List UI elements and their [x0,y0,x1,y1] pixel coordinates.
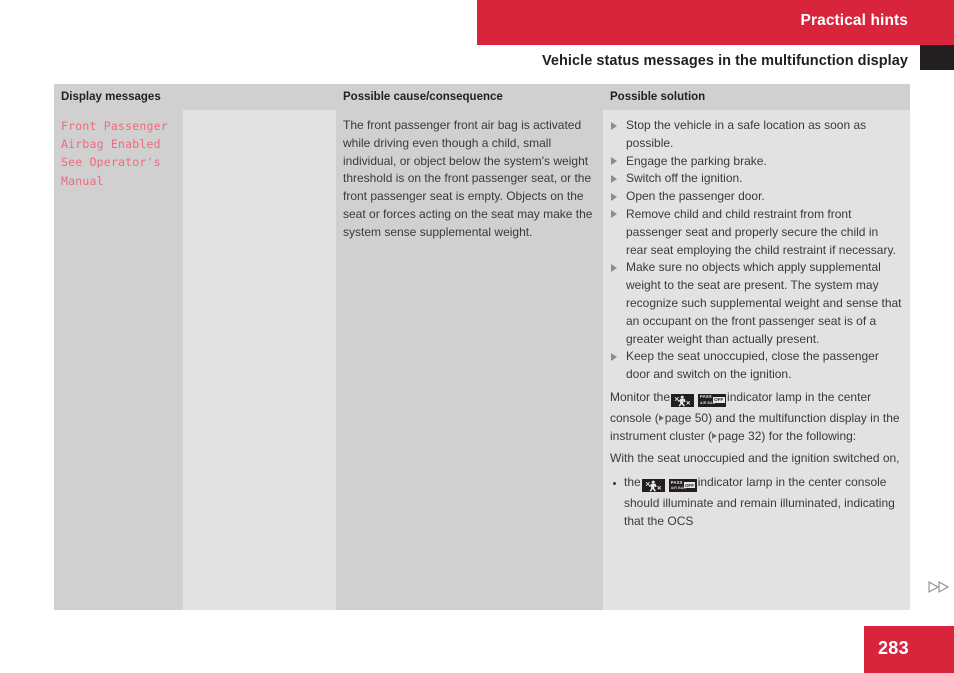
list-item: Open the passenger door. [610,188,902,206]
passenger-airbag-person-icon [671,394,695,408]
passenger-airbag-person-icon [641,479,665,493]
column-header-possible-solution: Possible solution [610,91,706,103]
bullet-triangle-icon [611,192,617,201]
list-item-label: Make sure no objects which apply supplem… [626,260,902,346]
reference-triangle-icon [712,433,718,440]
bullet-triangle-icon [611,121,617,130]
monitor-lead-text: Monitor the [610,389,671,404]
column-header-possible-cause: Possible cause/consequence [343,91,503,103]
cell-possible-cause: The front passenger front air bag is act… [336,110,603,610]
chapter-title: Practical hints [800,12,908,29]
cell-display-message-spacer [183,110,336,610]
sub-bullet-item: the PASS AIR BAG OFF indicator lamp in the c… [610,474,902,530]
list-item-label: Keep the seat unoccupied, close the pass… [626,349,879,382]
reference-triangle-icon [658,415,664,422]
sub-bullet-lead: the [624,475,641,490]
chapter-header-bar: Practical hints [477,0,954,45]
bullet-triangle-icon [611,210,617,219]
pass-air-bag-off-icon: PASS AIR BAG OFF [698,394,727,408]
list-item-label: Engage the parking brake. [626,153,767,168]
section-title: Vehicle status messages in the multifunc… [541,53,908,69]
monitor-indicator-paragraph: Monitor the PASS AIR BAG OFF indicator lamp … [610,389,902,445]
list-item: Switch off the ignition. [610,170,902,188]
list-item: Engage the parking brake. [610,153,902,171]
bullet-triangle-icon [611,352,617,361]
solution-bullet-list: Stop the vehicle in a safe location as s… [610,117,902,384]
display-message-text: Front Passenger Airbag Enabled See Opera… [61,119,168,188]
cell-possible-solution: Stop the vehicle in a safe location as s… [603,110,910,610]
bullet-triangle-icon [611,157,617,166]
list-item-label: Open the passenger door. [626,189,765,204]
list-item: Remove child and child restraint from fr… [610,206,902,259]
continuation-double-arrow-icon [928,580,952,594]
pass-air-bag-off-icon: PASS AIR BAG OFF [668,479,697,493]
bullet-dot-icon [613,481,616,485]
status-messages-table: Display messages Possible cause/conseque… [54,84,910,610]
chapter-tab-marker [920,45,954,70]
bullet-triangle-icon [611,263,617,272]
column-header-display-messages: Display messages [61,91,161,103]
list-item-label: Stop the vehicle in a safe location as s… [626,118,867,150]
with-seat-unoccupied-paragraph: With the seat unoccupied and the ignitio… [610,451,900,466]
page-reference-50[interactable]: page 50 [665,411,708,425]
table-header-row: Display messages Possible cause/conseque… [54,84,910,110]
list-item: Make sure no objects which apply supplem… [610,259,902,348]
list-item: Keep the seat unoccupied, close the pass… [610,348,902,384]
table-row: Front Passenger Airbag Enabled See Opera… [54,110,910,610]
page-number-block: 283 [864,626,954,673]
page-number: 283 [878,638,909,658]
indicator-lamp-icon-pair: PASS AIR BAG OFF [671,392,727,410]
indicator-lamp-icon-pair: PASS AIR BAG OFF [641,477,697,495]
cell-display-message: Front Passenger Airbag Enabled See Opera… [54,110,183,610]
list-item: Stop the vehicle in a safe location as s… [610,117,902,153]
list-item-label: Remove child and child restraint from fr… [626,206,896,257]
possible-cause-text: The front passenger front air bag is act… [343,118,593,239]
bullet-triangle-icon [611,174,617,183]
page-reference-32[interactable]: page 32 [718,429,761,443]
monitor-after-ref-2: ) for the following: [761,428,857,443]
list-item-label: Switch off the ignition. [626,171,743,186]
